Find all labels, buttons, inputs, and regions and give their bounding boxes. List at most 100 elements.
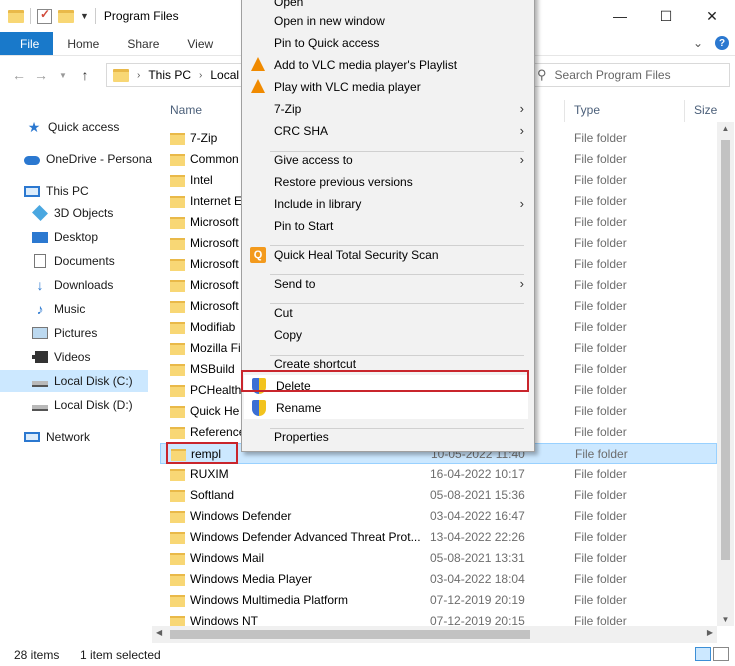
file-name: RUXIM bbox=[190, 467, 229, 481]
nav-onedrive[interactable]: OneDrive - Persona bbox=[0, 148, 152, 170]
nav-quick-access[interactable]: ★ Quick access bbox=[0, 116, 152, 138]
menu-item-pin-to-start[interactable]: Pin to Start bbox=[242, 215, 534, 237]
minimize-button[interactable]: — bbox=[597, 0, 643, 32]
vertical-scrollbar[interactable]: ▲ ▼ bbox=[717, 122, 734, 626]
nav-desktop[interactable]: Desktop bbox=[0, 226, 152, 248]
file-name: Internet E bbox=[190, 194, 243, 208]
breadcrumb-local-disk[interactable]: Local bbox=[210, 68, 239, 82]
column-divider[interactable] bbox=[564, 100, 565, 122]
recent-chevron-icon[interactable]: ▼ bbox=[52, 71, 74, 80]
disk-icon bbox=[32, 380, 48, 387]
back-arrow-icon[interactable]: ← bbox=[8, 67, 30, 83]
nav-3d-objects[interactable]: 3D Objects bbox=[0, 202, 152, 224]
menu-item-cut[interactable]: Cut bbox=[242, 302, 534, 324]
scroll-left-icon[interactable]: ◀ bbox=[156, 628, 162, 637]
scroll-thumb[interactable] bbox=[721, 140, 730, 560]
scroll-right-icon[interactable]: ▶ bbox=[707, 628, 713, 637]
tab-share[interactable]: Share bbox=[113, 32, 173, 55]
file-name: Intel bbox=[190, 173, 213, 187]
star-icon: ★ bbox=[27, 119, 41, 135]
menu-item-open-in-new-window[interactable]: Open in new window bbox=[242, 10, 534, 32]
scroll-thumb[interactable] bbox=[170, 630, 530, 639]
new-folder-icon[interactable] bbox=[58, 9, 74, 23]
nav-downloads[interactable]: ↓ Downloads bbox=[0, 274, 152, 296]
menu-item-label: Quick Heal Total Security Scan bbox=[274, 248, 439, 262]
forward-arrow-icon[interactable]: → bbox=[30, 67, 52, 83]
divider bbox=[94, 8, 96, 24]
table-row[interactable]: Windows Mail 05-08-2021 13:31 File folder bbox=[160, 548, 717, 569]
folder-icon bbox=[170, 469, 185, 481]
menu-item-add-to-vlc-media-player-s-playlist[interactable]: Add to VLC media player's Playlist bbox=[242, 54, 534, 76]
nav-network[interactable]: Network bbox=[0, 426, 152, 448]
scroll-down-icon[interactable]: ▼ bbox=[717, 615, 734, 624]
menu-item-include-in-library[interactable]: Include in library › bbox=[242, 193, 534, 215]
breadcrumb-this-pc[interactable]: This PC bbox=[148, 68, 191, 82]
tab-home[interactable]: Home bbox=[53, 32, 113, 55]
table-row[interactable]: Windows Multimedia Platform 07-12-2019 20… bbox=[160, 590, 717, 611]
submenu-arrow-icon: › bbox=[519, 196, 524, 211]
table-row[interactable]: RUXIM 16-04-2022 10:17 File folder bbox=[160, 464, 717, 485]
nav-documents[interactable]: Documents bbox=[0, 250, 152, 272]
menu-item-play-with-vlc-media-player[interactable]: Play with VLC media player bbox=[242, 76, 534, 98]
menu-item-7-zip[interactable]: 7-Zip › bbox=[242, 98, 534, 120]
folder-icon bbox=[170, 532, 185, 544]
scroll-up-icon[interactable]: ▲ bbox=[717, 124, 734, 133]
nav-this-pc[interactable]: This PC bbox=[0, 180, 152, 202]
file-date: 05-08-2021 15:36 bbox=[430, 488, 525, 502]
large-icons-view-icon[interactable] bbox=[713, 647, 729, 661]
menu-item-send-to[interactable]: Send to › bbox=[242, 273, 534, 295]
expand-ribbon-icon[interactable]: ⌄ bbox=[693, 36, 703, 50]
menu-item-give-access-to[interactable]: Give access to › bbox=[242, 149, 534, 171]
folder-icon bbox=[170, 364, 185, 376]
file-type: File folder bbox=[574, 173, 627, 187]
file-type: File folder bbox=[574, 488, 627, 502]
properties-icon[interactable] bbox=[37, 7, 52, 24]
nav-music[interactable]: ♪ Music bbox=[0, 298, 152, 320]
menu-item-quick-heal-total-security-scan[interactable]: Q Quick Heal Total Security Scan bbox=[242, 244, 534, 266]
details-view-icon[interactable] bbox=[695, 647, 711, 661]
menu-item-copy[interactable]: Copy bbox=[242, 324, 534, 346]
column-header-size[interactable]: Size bbox=[694, 96, 717, 124]
menu-item-restore-previous-versions[interactable]: Restore previous versions bbox=[242, 171, 534, 193]
chevron-down-icon[interactable]: ▼ bbox=[80, 11, 89, 21]
column-header-type[interactable]: Type bbox=[574, 96, 600, 124]
help-icon[interactable]: ? bbox=[715, 36, 729, 50]
folder-icon bbox=[170, 259, 185, 271]
menu-item-label: Copy bbox=[274, 328, 303, 342]
file-type: File folder bbox=[574, 467, 627, 481]
close-button[interactable]: ✕ bbox=[689, 0, 735, 32]
menu-item-label: Cut bbox=[274, 306, 293, 320]
nav-pictures[interactable]: Pictures bbox=[0, 322, 152, 344]
column-header-name[interactable]: Name bbox=[170, 96, 202, 124]
menu-item-label: Open in new window bbox=[274, 14, 385, 28]
up-arrow-icon[interactable]: ↑ bbox=[74, 67, 96, 83]
nav-videos[interactable]: Videos bbox=[0, 346, 152, 368]
search-box[interactable]: ⚲ Search Program Files bbox=[530, 63, 730, 87]
folder-icon bbox=[170, 217, 185, 229]
horizontal-scrollbar[interactable]: ◀ ▶ bbox=[152, 626, 717, 643]
maximize-button[interactable]: ☐ bbox=[643, 0, 689, 32]
menu-item-crc-sha[interactable]: CRC SHA › bbox=[242, 120, 534, 142]
file-date: 13-04-2022 22:26 bbox=[430, 530, 525, 544]
nav-local-disk-c[interactable]: Local Disk (C:) bbox=[0, 370, 148, 392]
table-row[interactable]: Windows Defender 03-04-2022 16:47 File fol… bbox=[160, 506, 717, 527]
table-row[interactable]: Softland 05-08-2021 15:36 File folder bbox=[160, 485, 717, 506]
menu-item-rename[interactable]: Rename bbox=[244, 397, 528, 419]
tab-file[interactable]: File bbox=[0, 32, 54, 55]
folder-icon bbox=[170, 280, 185, 292]
nav-local-disk-d[interactable]: Local Disk (D:) bbox=[0, 394, 152, 416]
file-name: Reference bbox=[190, 425, 246, 439]
file-name: Microsoft bbox=[190, 236, 239, 250]
file-type: File folder bbox=[574, 152, 627, 166]
menu-item-label: Open bbox=[274, 0, 304, 9]
table-row[interactable]: Windows Media Player 03-04-2022 18:04 File… bbox=[160, 569, 717, 590]
file-name: Mozilla Fi bbox=[190, 341, 241, 355]
menu-item-pin-to-quick-access[interactable]: Pin to Quick access bbox=[242, 32, 534, 54]
menu-item-properties[interactable]: Properties bbox=[242, 426, 534, 448]
file-name: Common bbox=[190, 152, 239, 166]
address-bar[interactable]: › This PC › Local bbox=[106, 63, 246, 87]
table-row[interactable]: Windows Defender Advanced Threat Prot...… bbox=[160, 527, 717, 548]
column-divider[interactable] bbox=[684, 100, 685, 122]
folder-icon bbox=[170, 301, 185, 313]
tab-view[interactable]: View bbox=[173, 32, 227, 55]
